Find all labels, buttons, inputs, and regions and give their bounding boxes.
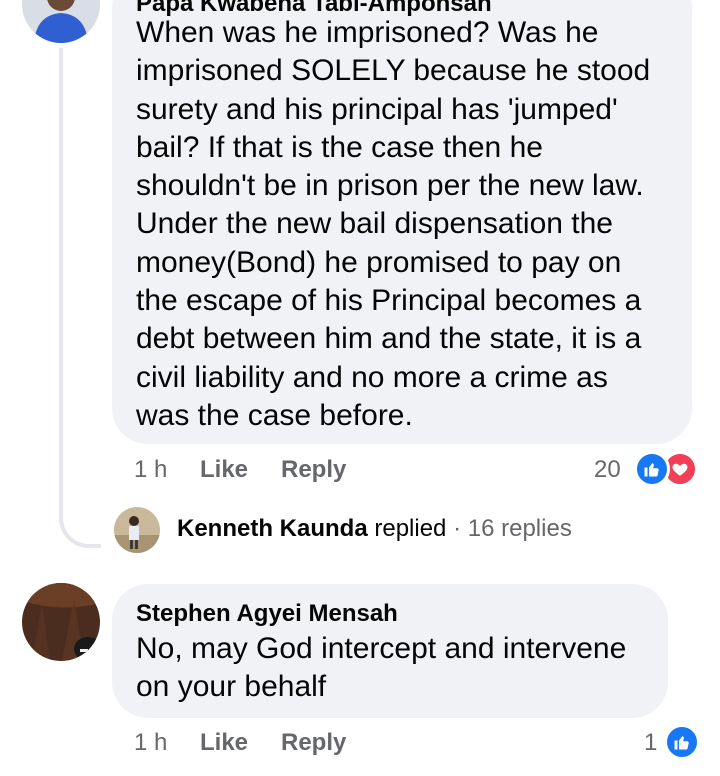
- reply-button[interactable]: Reply: [281, 729, 346, 757]
- comment-line: imprisoned SOLELY because he stood: [136, 54, 651, 88]
- comment-line: money(Bond) he promised to pay on: [136, 245, 622, 279]
- thread-connector: [59, 48, 101, 548]
- view-replies-link[interactable]: Kenneth Kaunda replied · 16 replies: [177, 515, 572, 543]
- comment-bubble: Stephen Agyei Mensah No, may God interce…: [112, 584, 668, 718]
- avatar-photo: [22, 583, 100, 661]
- like-button[interactable]: Like: [200, 456, 248, 484]
- like-icon: [634, 451, 670, 487]
- reply-count: 16 replies: [467, 515, 572, 542]
- reply-author: Kenneth Kaunda: [177, 515, 368, 542]
- comment-line: No, may God intercept and intervene: [136, 632, 627, 665]
- comment-line: the escape of his Principal becomes a: [136, 284, 642, 318]
- reaction-summary[interactable]: 1: [644, 724, 704, 760]
- comment-line: Under the new bail dispensation the: [136, 207, 613, 241]
- comment-line: on your behalf: [136, 670, 327, 704]
- reply-avatar[interactable]: [114, 507, 160, 553]
- like-button[interactable]: Like: [200, 729, 248, 757]
- comment-line: shouldn't be in prison per the new law.: [136, 169, 644, 203]
- comment-timestamp[interactable]: 1 h: [134, 456, 167, 484]
- separator-dot: ·: [453, 515, 462, 542]
- reply-verb: replied: [374, 515, 447, 542]
- comment-line: When was he imprisoned? Was he: [136, 16, 599, 49]
- comment-timestamp[interactable]: 1 h: [134, 729, 167, 757]
- comment-line: surety and his principal has 'jumped': [136, 92, 618, 126]
- avatar-photo: [22, 0, 100, 43]
- like-icon: [664, 724, 700, 760]
- reaction-count: 20: [594, 456, 621, 483]
- comment-line: debt between him and the state, it is a: [136, 322, 642, 356]
- avatar[interactable]: [22, 0, 100, 43]
- avatar-photo: [114, 507, 160, 553]
- reaction-count: 1: [644, 729, 658, 756]
- reaction-summary[interactable]: 20: [594, 451, 704, 487]
- avatar[interactable]: [22, 583, 100, 661]
- comment-line: civil liability and no more a crime as: [136, 360, 608, 394]
- comment-bubble: Papa Kwabena Tabi-Amponsah When was he i…: [112, 0, 692, 444]
- reply-button[interactable]: Reply: [281, 456, 346, 484]
- comment-line: was the case before.: [136, 398, 413, 432]
- comment-text: When was he imprisoned? Was he imprisone…: [136, 14, 686, 435]
- comment-line: bail? If that is the case then he: [136, 130, 543, 164]
- comment-author[interactable]: Stephen Agyei Mensah: [136, 600, 398, 628]
- comment-text: No, may God intercept and intervene on y…: [136, 630, 666, 707]
